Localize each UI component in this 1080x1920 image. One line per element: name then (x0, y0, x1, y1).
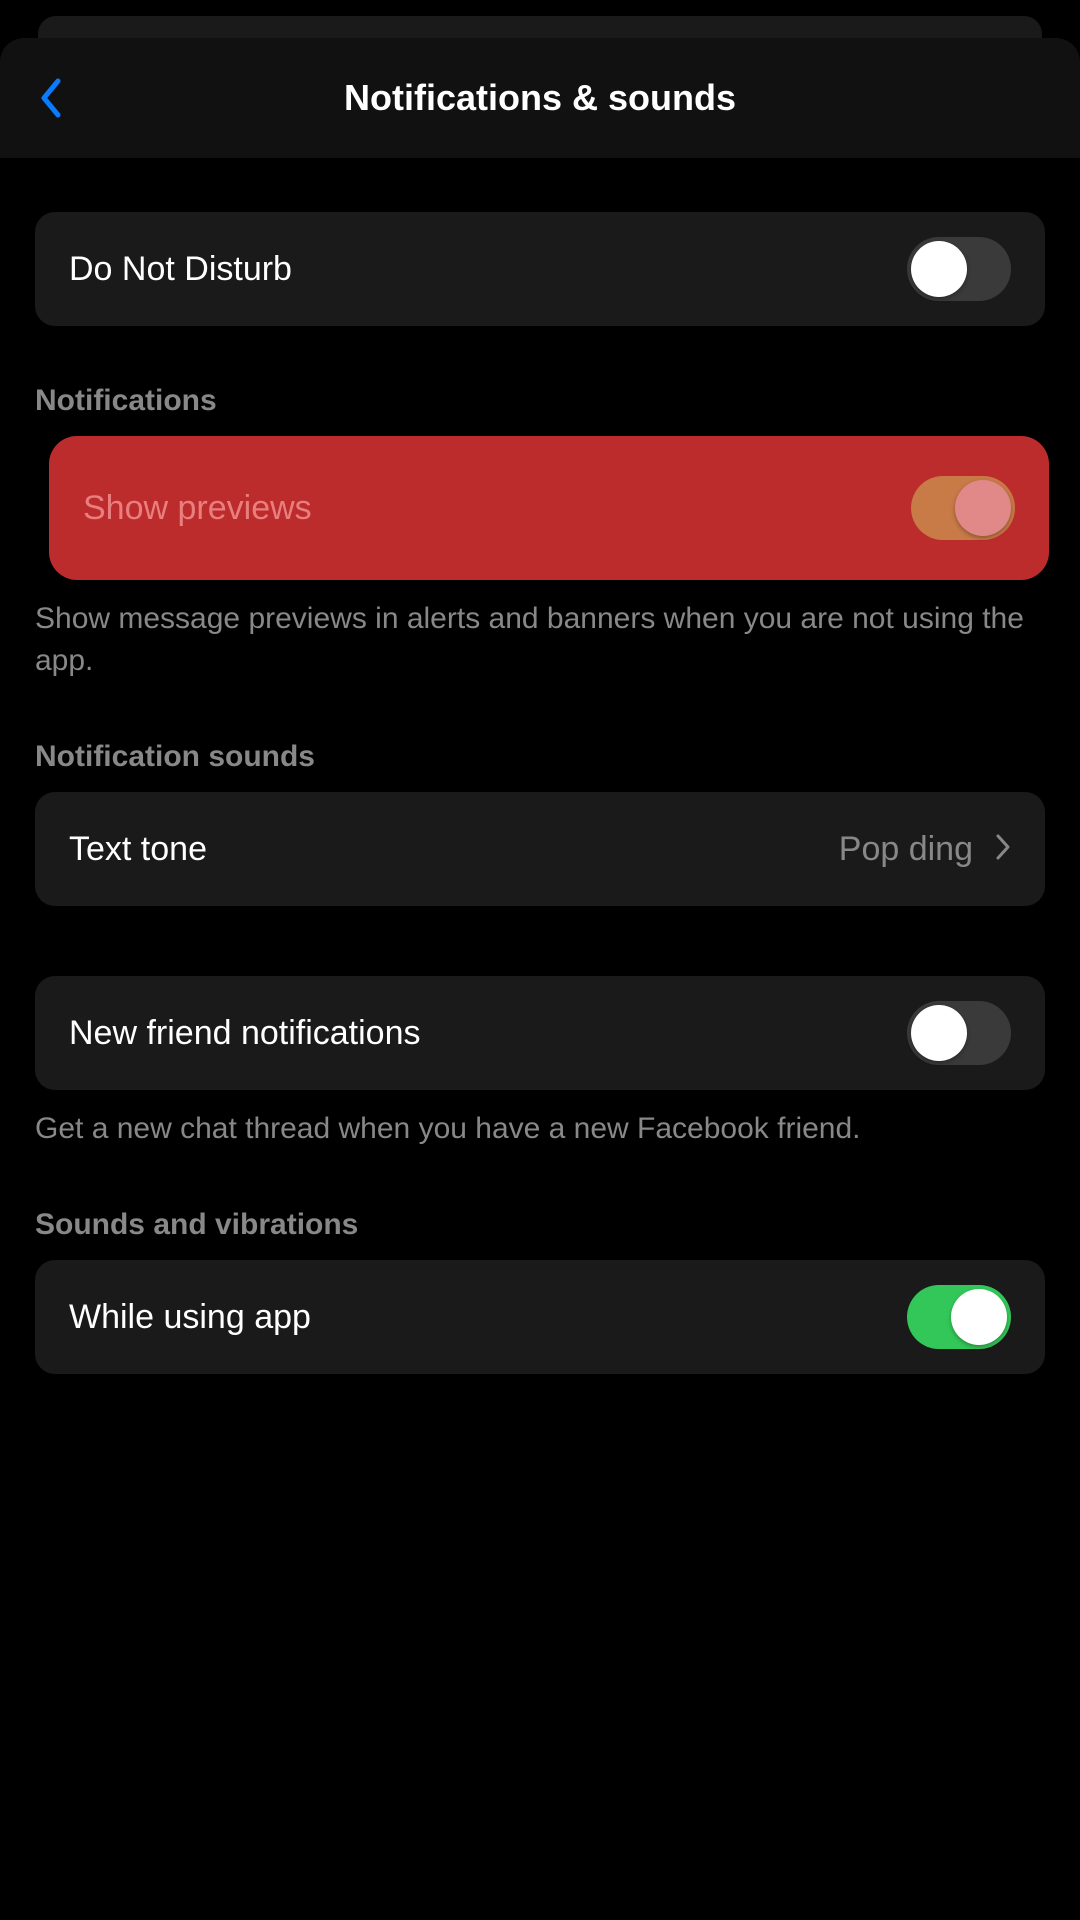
toggle-knob (911, 241, 967, 297)
text-tone-row[interactable]: Text tone Pop ding (35, 792, 1045, 906)
page-title: Notifications & sounds (344, 77, 736, 119)
header-bar: Notifications & sounds (0, 38, 1080, 158)
toggle-knob (951, 1289, 1007, 1345)
text-tone-value-group: Pop ding (839, 830, 1011, 869)
toggle-knob (955, 480, 1011, 536)
notification-sounds-section-header: Notification sounds (35, 740, 1045, 792)
back-button[interactable] (30, 73, 70, 123)
show-previews-toggle[interactable] (911, 476, 1015, 540)
do-not-disturb-label: Do Not Disturb (69, 250, 292, 289)
show-previews-row[interactable]: Show previews (49, 436, 1049, 580)
show-previews-description: Show message previews in alerts and bann… (35, 580, 1045, 682)
new-friend-notifications-row[interactable]: New friend notifications (35, 976, 1045, 1090)
text-tone-value: Pop ding (839, 830, 973, 869)
chevron-left-icon (38, 77, 62, 119)
while-using-app-label: While using app (69, 1298, 311, 1337)
do-not-disturb-toggle[interactable] (907, 237, 1011, 301)
new-friend-notifications-description: Get a new chat thread when you have a ne… (35, 1090, 1045, 1150)
background-card-hint (38, 16, 1042, 38)
while-using-app-toggle[interactable] (907, 1285, 1011, 1349)
content-area: Do Not Disturb Notifications Show previe… (0, 158, 1080, 1920)
while-using-app-row[interactable]: While using app (35, 1260, 1045, 1374)
sounds-vibrations-section-header: Sounds and vibrations (35, 1208, 1045, 1260)
chevron-right-icon (995, 833, 1011, 866)
toggle-knob (911, 1005, 967, 1061)
do-not-disturb-row[interactable]: Do Not Disturb (35, 212, 1045, 326)
new-friend-notifications-toggle[interactable] (907, 1001, 1011, 1065)
show-previews-label: Show previews (83, 489, 312, 528)
new-friend-notifications-label: New friend notifications (69, 1014, 421, 1053)
text-tone-label: Text tone (69, 830, 207, 869)
notifications-section-header: Notifications (35, 384, 1045, 436)
